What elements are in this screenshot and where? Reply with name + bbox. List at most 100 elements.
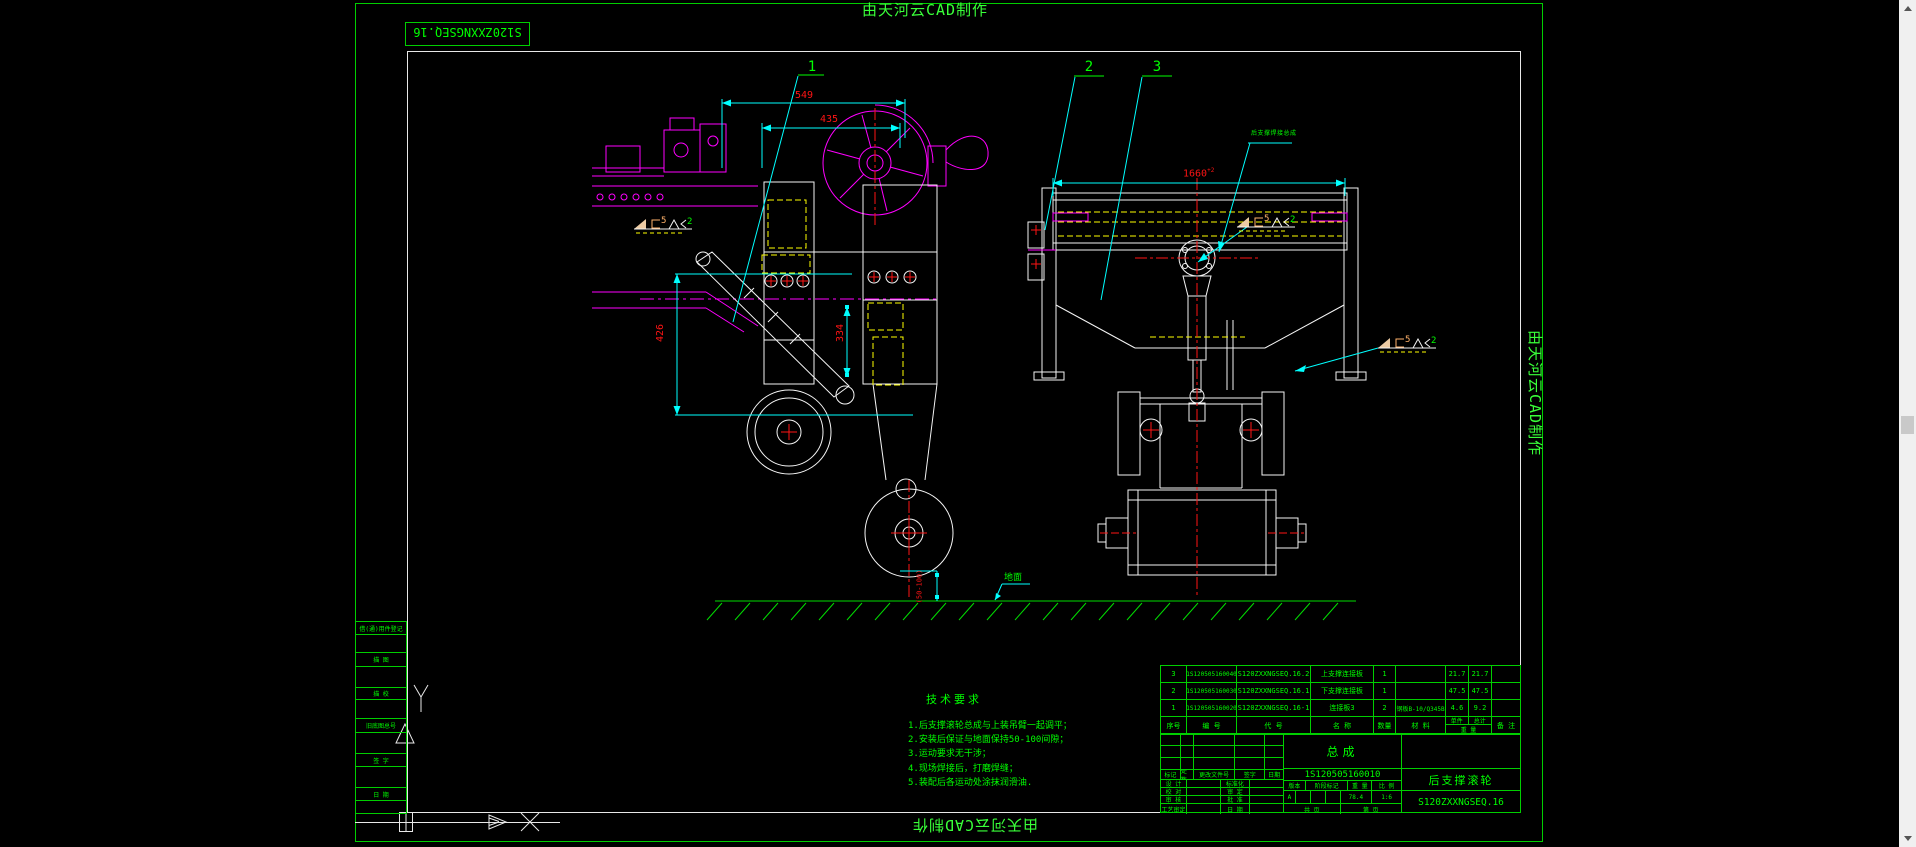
strip-label: 描 校 bbox=[356, 688, 406, 700]
label-scale: 比 例 bbox=[1378, 783, 1395, 790]
bom-row: 2 1S120505160030 S120ZXXNGSEQ.16.1 下支撑连接… bbox=[1161, 683, 1520, 700]
right-view-brackets bbox=[1028, 212, 1348, 251]
weld-qty-3: 2 bbox=[687, 217, 693, 227]
part-name: 后支撑滚轮 bbox=[1402, 769, 1520, 791]
bom-unit-weight: 21.7 bbox=[1446, 666, 1469, 682]
bom-qty: 1 bbox=[1374, 666, 1396, 682]
watermark-bottom: 由天河云CAD制作 bbox=[911, 816, 1039, 834]
title-block-center: 总成 1S120505160010 版本 阶段标记 重 量 比 例 A 78.4… bbox=[1284, 734, 1402, 814]
label-weight: 重 量 bbox=[1348, 781, 1373, 790]
strip-label: 签 字 bbox=[356, 754, 406, 767]
bom-code: 1S120505160040 bbox=[1187, 666, 1237, 682]
scrollbar-thumb[interactable] bbox=[1901, 416, 1914, 434]
ground-hatch bbox=[706, 600, 1356, 621]
label-sign: 签字 bbox=[1235, 770, 1266, 779]
weld-qty-2: 2 bbox=[1431, 336, 1437, 346]
bom-row: 1 1S120505160020 S120ZXXNGSEQ.16-1 连接板3 … bbox=[1161, 700, 1520, 717]
label-stage: 阶段标记 bbox=[1306, 781, 1349, 790]
bom-dwg-no: S120ZXXNGSEQ.16.1 bbox=[1237, 683, 1311, 699]
left-view-structure bbox=[695, 181, 954, 578]
dim-426: 426 bbox=[655, 323, 667, 343]
bom-seq: 3 bbox=[1161, 666, 1187, 682]
label-audit: 审 核 bbox=[1161, 796, 1187, 803]
stage-value-row: A 78.4 1:6 bbox=[1284, 791, 1401, 804]
bom-dwg-no: S120ZXXNGSEQ.16.2 bbox=[1237, 666, 1311, 682]
weld-symbols bbox=[634, 216, 1436, 353]
bom-header-qty: 数量 bbox=[1374, 717, 1396, 734]
balloon-3: 3 bbox=[1152, 59, 1162, 75]
dim-1660-value: 1660 bbox=[1183, 168, 1208, 180]
bom-header-seq: 序号 bbox=[1161, 717, 1187, 734]
strip-label: 旧底图总号 bbox=[356, 719, 406, 733]
assembly-label: 总成 bbox=[1284, 734, 1401, 769]
bom-header-code: 编 号 bbox=[1187, 717, 1237, 734]
bom-seq: 2 bbox=[1161, 683, 1187, 699]
label-approve-stage: 审 定 bbox=[1221, 788, 1251, 795]
bom-header-unit: 单件 bbox=[1446, 717, 1469, 725]
tech-req-item: 1.后支撑滚轮总成与上装吊臂一起调平； bbox=[908, 721, 1072, 731]
label-standardization: 标准化 bbox=[1221, 780, 1251, 787]
strip-cell bbox=[356, 700, 406, 719]
scrollbar-down-button[interactable] bbox=[1899, 830, 1916, 847]
cad-drawing-canvas bbox=[355, 3, 1543, 842]
ground-label: 地面 bbox=[1004, 573, 1023, 583]
bom-qty: 1 bbox=[1374, 683, 1396, 699]
bom-name: 连接板3 bbox=[1311, 700, 1374, 716]
bom-header-material: 材 料 bbox=[1396, 717, 1446, 734]
bom-remark bbox=[1492, 666, 1520, 682]
label-date2: 日 期 bbox=[1221, 804, 1251, 814]
tech-req-title: 技术要求 bbox=[926, 693, 982, 706]
bom-material: 钢板B-10/Q345B bbox=[1396, 700, 1446, 716]
bom-qty: 2 bbox=[1374, 700, 1396, 716]
label-process-audit: 工艺审定 bbox=[1161, 804, 1187, 814]
strip-cell bbox=[356, 801, 406, 813]
bom-name: 上支撑连接板 bbox=[1311, 666, 1374, 682]
dimension-arrows bbox=[673, 99, 1345, 600]
balloon-2: 2 bbox=[1084, 59, 1094, 75]
weld-size-2: 5 bbox=[1405, 335, 1411, 345]
change-record-header: 标记 处数 更改文件号 签字 日期 bbox=[1161, 770, 1283, 780]
balloon-underlines bbox=[798, 74, 1172, 77]
scale-value: 1:6 bbox=[1381, 793, 1393, 801]
cad-viewport: 由天河云CAD制作 由天河云CAD制作 由天河云CAD制作 S120ZXXNGS… bbox=[0, 0, 1916, 847]
watermark-right: 由天河云CAD制作 bbox=[1526, 330, 1544, 457]
label-check: 校 对 bbox=[1161, 788, 1187, 795]
weld-size-3: 5 bbox=[661, 216, 667, 226]
weld-qty-1: 2 bbox=[1290, 215, 1296, 225]
bom-total-weight: 9.2 bbox=[1469, 700, 1492, 716]
label-ratify: 批 准 bbox=[1221, 796, 1251, 803]
weld-size-1: 5 bbox=[1264, 214, 1270, 224]
bom-unit-weight: 47.5 bbox=[1446, 683, 1469, 699]
signature-row: 审 核 批 准 bbox=[1161, 796, 1283, 804]
label-date: 日期 bbox=[1268, 772, 1281, 779]
sheet-count-row: 共 页 第 页 bbox=[1284, 804, 1401, 814]
bom-code: 1S120505160030 bbox=[1187, 683, 1237, 699]
label-mark: 标记 bbox=[1161, 770, 1181, 779]
title-block-revision-area: 标记 处数 更改文件号 签字 日期 设 计 标准化 校 对 审 定 审 核 批 … bbox=[1161, 734, 1284, 814]
bom-remark bbox=[1492, 683, 1520, 699]
scrollbar-up-button[interactable] bbox=[1899, 0, 1916, 17]
bom-row: 3 1S120505160040 S120ZXXNGSEQ.16.2 上支撑连接… bbox=[1161, 666, 1520, 683]
stage-header-row: 版本 阶段标记 重 量 比 例 bbox=[1284, 781, 1401, 791]
signature-row: 工艺审定 日 期 bbox=[1161, 804, 1283, 814]
bom-name: 下支撑连接板 bbox=[1311, 683, 1374, 699]
tech-req-item: 5.装配后各运动处涂抹润滑油. bbox=[908, 778, 1033, 788]
dim-549: 549 bbox=[795, 90, 814, 101]
balloon-1: 1 bbox=[807, 59, 817, 75]
strip-cell bbox=[356, 767, 406, 788]
tech-req-item: 4.现场焊接后，打磨焊缝； bbox=[908, 764, 1018, 774]
bom-header-dwg: 代 号 bbox=[1237, 717, 1311, 734]
chevron-up-icon bbox=[1903, 6, 1912, 11]
part-code: S120ZXXNGSEQ.16 bbox=[1418, 797, 1504, 808]
signature-row: 校 对 审 定 bbox=[1161, 788, 1283, 796]
label-doc-no: 更改文件号 bbox=[1194, 770, 1236, 779]
bom-material bbox=[1396, 666, 1446, 682]
strip-cell bbox=[356, 667, 406, 688]
bom-material bbox=[1396, 683, 1446, 699]
bom-dwg-no: S120ZXXNGSEQ.16-1 bbox=[1237, 700, 1311, 716]
label-sheet-no: 第 页 bbox=[1362, 806, 1379, 814]
bom-seq: 1 bbox=[1161, 700, 1187, 716]
scrollbar-track[interactable] bbox=[1899, 0, 1916, 847]
strip-label: 日 期 bbox=[356, 788, 406, 801]
assembly-number: 1S120505160010 bbox=[1284, 769, 1401, 781]
